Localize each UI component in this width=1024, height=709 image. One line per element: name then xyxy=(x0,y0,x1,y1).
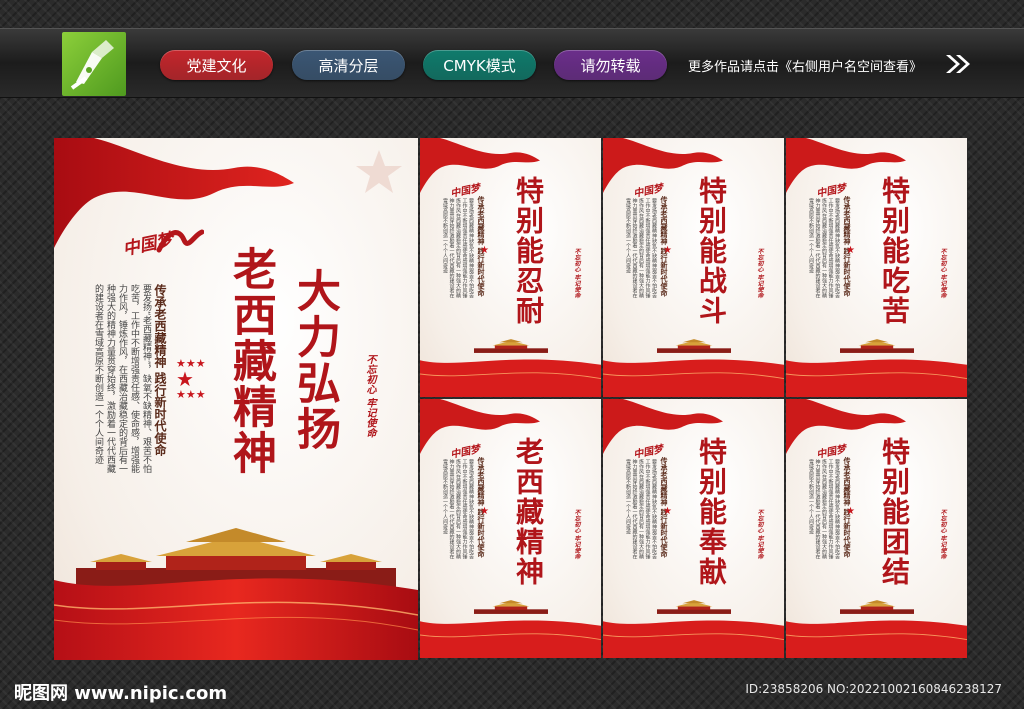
stars-decoration: ★★★ ★ ★★★ xyxy=(176,357,206,401)
pen-nib-icon xyxy=(70,40,114,90)
red-ribbon-decoration xyxy=(54,578,418,660)
poster-title: 特别能团结 xyxy=(878,437,911,587)
poster-title: 特别能吃苦 xyxy=(878,176,911,326)
subtitle-vertical: 传承老西藏精神 践行新时代使命 xyxy=(153,284,167,457)
small-poster-4: 中国梦 老西藏精神 传承老西藏精神 践行新时代使命 ★ 要发扬老西藏精神缺氧不缺精神艰苦… xyxy=(420,399,601,658)
red-ribbon-decoration xyxy=(603,359,784,397)
red-ribbon-decoration xyxy=(603,620,784,658)
small-poster-1: 中国梦 特别能忍耐 传承老西藏精神 践行新时代使命 ★ 要发扬老西藏精神缺氧不缺精神艰苦… xyxy=(420,138,601,397)
tag-pill-4[interactable]: 请勿转载 xyxy=(554,50,667,80)
body-text: 要发扬“老西藏精神”，缺氧不缺精神、艰苦不怕吃苦，工作中不断增强责任感、使命感，… xyxy=(93,284,151,474)
slogan-stamp: 不忘初心 牢记使命 xyxy=(939,509,946,560)
red-ribbon-decoration xyxy=(786,620,967,658)
red-ribbon-decoration xyxy=(420,359,601,397)
stars-decoration: ★ xyxy=(846,506,855,517)
small-poster-2: 中国梦 特别能战斗 传承老西藏精神 践行新时代使命 ★ 要发扬老西藏精神缺氧不缺精神艰苦… xyxy=(603,138,784,397)
stars-decoration: ★ xyxy=(480,506,489,517)
image-id: ID:23858206 NO:20221002160846238127 xyxy=(745,682,1002,696)
logo-badge xyxy=(62,32,126,96)
body-text: 要发扬老西藏精神缺氧不缺精神艰苦不怕吃苦工作中不断增强责任感使命感增强能力作风锤… xyxy=(625,198,657,298)
small-poster-3: 中国梦 特别能吃苦 传承老西藏精神 践行新时代使命 ★ 要发扬老西藏精神缺氧不缺精神艰苦… xyxy=(786,138,967,397)
tag-pill-3[interactable]: CMYK模式 xyxy=(423,50,536,80)
body-text: 要发扬老西藏精神缺氧不缺精神艰苦不怕吃苦工作中不断增强责任感使命感增强能力作风锤… xyxy=(808,198,840,298)
tag-pill-2[interactable]: 高清分层 xyxy=(292,50,405,80)
poster-title: 特别能奉献 xyxy=(695,437,728,587)
small-poster-6: 中国梦 特别能团结 传承老西藏精神 践行新时代使命 ★ 要发扬老西藏精神缺氧不缺精神艰苦… xyxy=(786,399,967,658)
more-works-link[interactable]: 更多作品请点击《右侧用户名空间查看》 xyxy=(688,56,922,75)
stars-decoration: ★ xyxy=(480,245,489,256)
body-text: 要发扬老西藏精神缺氧不缺精神艰苦不怕吃苦工作中不断增强责任感使命感增强能力作风锤… xyxy=(625,459,657,559)
poster-title: 特别能忍耐 xyxy=(512,176,545,326)
red-ribbon-decoration xyxy=(420,620,601,658)
tag-pill-1[interactable]: 党建文化 xyxy=(160,50,273,80)
slogan-stamp: 不忘初心 牢记使命 xyxy=(573,509,580,560)
stars-decoration: ★ xyxy=(846,245,855,256)
slogan-stamp: 不忘初心 牢记使命 xyxy=(364,354,375,438)
headline-primary: 大力弘扬 xyxy=(289,268,340,452)
small-poster-5: 中国梦 特别能奉献 传承老西藏精神 践行新时代使命 ★ 要发扬老西藏精神缺氧不缺精神艰苦… xyxy=(603,399,784,658)
slogan-stamp: 不忘初心 牢记使命 xyxy=(573,248,580,299)
body-text: 要发扬老西藏精神缺氧不缺精神艰苦不怕吃苦工作中不断增强责任感使命感增强能力作风锤… xyxy=(808,459,840,559)
body-text: 要发扬老西藏精神缺氧不缺精神艰苦不怕吃苦工作中不断增强责任感使命感增强能力作风锤… xyxy=(442,198,474,298)
red-ribbon-decoration xyxy=(786,359,967,397)
site-watermark: 昵图网 www.nipic.com xyxy=(14,683,228,704)
poster-title: 老西藏精神 xyxy=(512,437,545,587)
double-chevron-right-icon[interactable] xyxy=(944,53,972,75)
stars-decoration: ★ xyxy=(663,245,672,256)
body-text: 要发扬老西藏精神缺氧不缺精神艰苦不怕吃苦工作中不断增强责任感使命感增强能力作风锤… xyxy=(442,459,474,559)
slogan-stamp: 不忘初心 牢记使命 xyxy=(756,248,763,299)
main-poster: 中国梦 大力弘扬 老西藏精神 ★★★ ★ ★★★ 传承老西藏精神 践行新时代使命 要… xyxy=(54,138,418,660)
slogan-stamp: 不忘初心 牢记使命 xyxy=(939,248,946,299)
stars-decoration: ★ xyxy=(663,506,672,517)
slogan-stamp: 不忘初心 牢记使命 xyxy=(756,509,763,560)
headline-secondary: 老西藏精神 xyxy=(225,246,276,476)
brush-stroke-icon xyxy=(156,229,204,253)
star-watermark-icon xyxy=(356,150,402,193)
poster-title: 特别能战斗 xyxy=(695,176,728,326)
